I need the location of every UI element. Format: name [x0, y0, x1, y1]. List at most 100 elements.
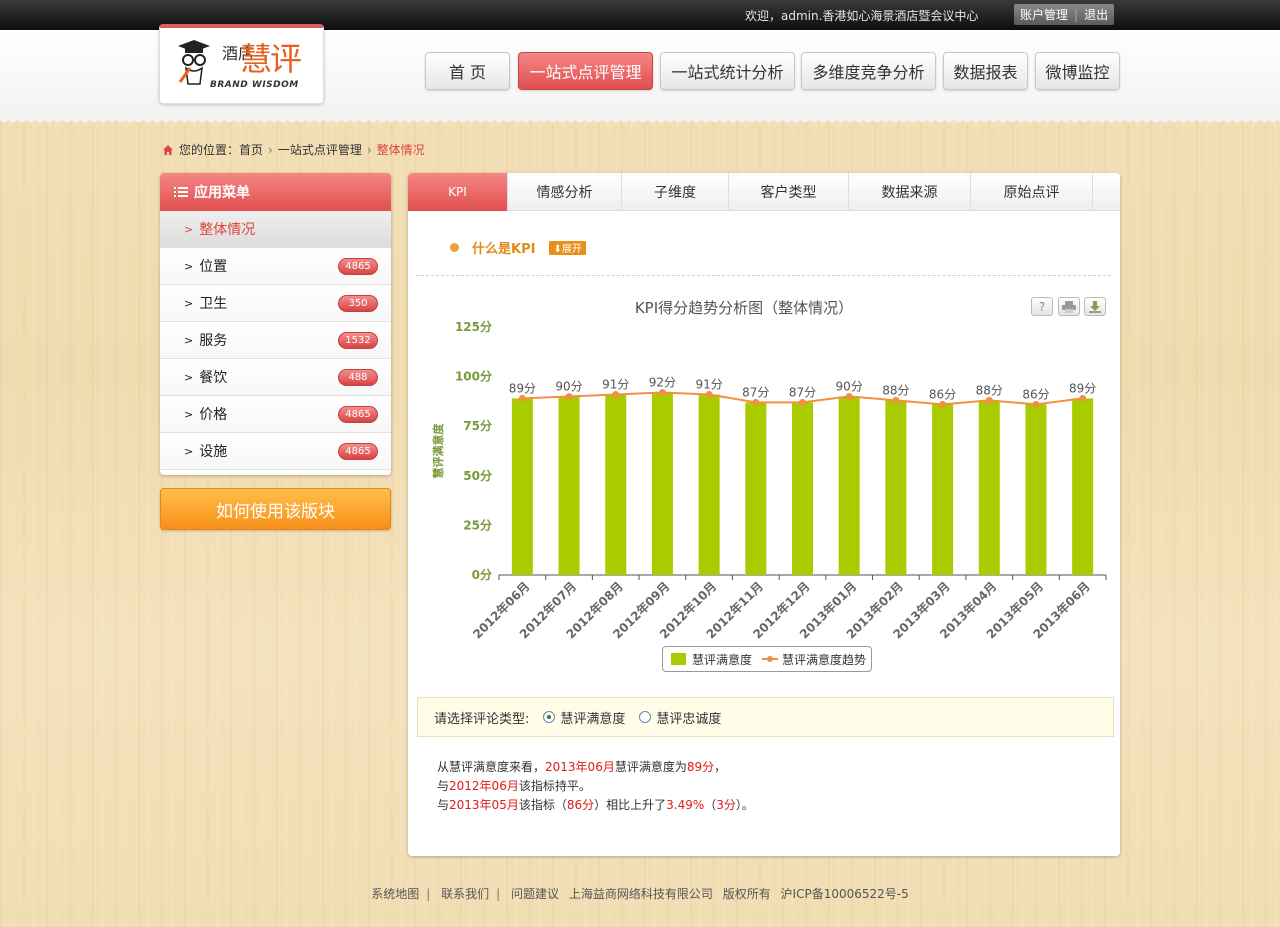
- bar: [605, 394, 627, 575]
- data-label: 90分: [836, 379, 863, 393]
- sidebar-item-dining[interactable]: > 餐饮 488: [160, 359, 391, 396]
- legend-item-line[interactable]: 慧评满意度趋势: [782, 651, 866, 668]
- divider: |: [1074, 7, 1079, 22]
- nav-review-management[interactable]: 一站式点评管理: [518, 52, 653, 90]
- data-label: 92分: [649, 375, 676, 389]
- divider: |: [426, 887, 431, 901]
- chart-title: KPI得分趋势分析图（整体情况）: [635, 299, 853, 317]
- bar: [978, 400, 1000, 575]
- tab-raw-reviews[interactable]: 原始点评: [971, 173, 1093, 211]
- main-panel: KPI 情感分析 子维度 客户类型 数据来源 原始点评 什么是KPI ⬇展开 ?…: [408, 173, 1120, 856]
- how-to-use-button[interactable]: 如何使用该版块: [160, 488, 391, 530]
- nav-statistics[interactable]: 一站式统计分析: [660, 52, 795, 90]
- trend-point: [1079, 394, 1087, 402]
- tab-sentiment[interactable]: 情感分析: [508, 173, 622, 211]
- sidebar-item-label: 价格: [199, 407, 228, 423]
- footer-link-feedback[interactable]: 问题建议: [511, 887, 559, 901]
- y-tick-label: 25分: [463, 517, 492, 532]
- summary-text-part: ）。: [735, 798, 754, 812]
- bullet-icon: [450, 243, 459, 252]
- chevron-right-icon: >: [184, 259, 194, 273]
- tab-customer-type[interactable]: 客户类型: [729, 173, 849, 211]
- sidebar-item-location[interactable]: > 位置 4865: [160, 248, 391, 285]
- kpi-info-row: 什么是KPI ⬇展开: [450, 238, 586, 257]
- nav-home[interactable]: 首 页: [425, 52, 510, 90]
- bar: [838, 396, 860, 575]
- nav-weibo[interactable]: 微博监控: [1035, 52, 1120, 90]
- count-badge: 350: [338, 295, 378, 312]
- y-axis-label: 慧评满意度: [431, 423, 445, 479]
- kpi-trend-chart: KPI得分趋势分析图（整体情况） 慧评满意度 0分 25分 50分 75分 100分 12…: [431, 299, 1107, 642]
- bar: [932, 404, 954, 575]
- chevron-right-icon: ›: [366, 142, 372, 157]
- data-label: 91分: [602, 377, 629, 391]
- tab-subdimension[interactable]: 子维度: [622, 173, 729, 211]
- logo[interactable]: 酒店 慧评 BRAND WISDOM: [159, 24, 324, 104]
- home-icon: [163, 144, 173, 155]
- nav-label: 数据报表: [953, 63, 1018, 82]
- summary-highlight: 86分: [566, 798, 595, 812]
- footer-link-contact[interactable]: 联系我们: [441, 887, 489, 901]
- sidebar-item-facilities[interactable]: > 设施 4865: [160, 433, 391, 470]
- review-type-prompt: 请选择评论类型:: [434, 711, 530, 727]
- trend-point: [518, 394, 526, 402]
- summary-text-part: 该指标持平。: [518, 779, 591, 793]
- trend-point: [939, 400, 947, 408]
- bar: [792, 402, 813, 575]
- data-label: 88分: [882, 383, 909, 397]
- sidebar-item-price[interactable]: > 价格 4865: [160, 396, 391, 433]
- summary-highlight: 2013年06月: [545, 760, 615, 774]
- tab-data-source[interactable]: 数据来源: [849, 173, 971, 211]
- logout-link[interactable]: 退出: [1084, 6, 1108, 23]
- kpi-info-label[interactable]: 什么是KPI: [472, 238, 535, 257]
- tab-kpi[interactable]: KPI: [408, 173, 508, 211]
- legend-item-bar[interactable]: 慧评满意度: [692, 651, 752, 668]
- account-link[interactable]: 账户管理: [1020, 6, 1068, 23]
- sidebar-title: 应用菜单: [194, 185, 250, 201]
- tab-label: 客户类型: [760, 185, 817, 201]
- sidebar-item-label: 整体情况: [199, 222, 256, 238]
- summary-highlight: 89分: [686, 760, 715, 774]
- sidebar-item-hygiene[interactable]: > 卫生 350: [160, 285, 391, 322]
- sidebar-item-label: 卫生: [199, 296, 228, 312]
- radio-satisfaction[interactable]: [543, 711, 556, 723]
- summary-line: 与2013年05月该指标（86分）相比上升了3.49%（3分）。: [437, 796, 754, 815]
- sidebar-item-overall[interactable]: > 整体情况: [160, 211, 391, 248]
- tab-bar: KPI 情感分析 子维度 客户类型 数据来源 原始点评: [408, 173, 1120, 211]
- nav-competition[interactable]: 多维度竞争分析: [801, 52, 936, 90]
- summary-text-part: 从慧评满意度来看，: [437, 760, 546, 774]
- account-box: 账户管理 | 退出: [1014, 4, 1115, 25]
- sidebar-header: 应用菜单: [160, 173, 391, 211]
- sidebar-item-service[interactable]: > 服务 1532: [160, 322, 391, 359]
- footer-link-sitemap[interactable]: 系统地图: [371, 887, 419, 901]
- trend-point: [612, 390, 620, 398]
- data-label: 88分: [976, 383, 1003, 397]
- trend-point: [799, 398, 806, 406]
- footer-icp[interactable]: 沪ICP备10006522号-5: [781, 887, 909, 901]
- tab-label: 子维度: [654, 185, 696, 201]
- data-label: 90分: [555, 379, 582, 393]
- sidebar-item-label: 位置: [199, 259, 228, 275]
- chart-legend: 慧评满意度 慧评满意度趋势: [662, 646, 872, 672]
- summary-text-part: 与: [437, 798, 450, 812]
- legend-swatch-line: [762, 653, 779, 665]
- nav-reports[interactable]: 数据报表: [943, 52, 1028, 90]
- legend-swatch-bar: [671, 653, 686, 665]
- radio-label[interactable]: 慧评忠诚度: [656, 708, 721, 727]
- radio-loyalty[interactable]: [639, 711, 652, 723]
- expand-button[interactable]: ⬇展开: [549, 240, 586, 255]
- breadcrumb-home[interactable]: 首页: [239, 141, 263, 158]
- chevron-right-icon: >: [184, 222, 194, 236]
- breadcrumb-section[interactable]: 一站式点评管理: [278, 141, 362, 158]
- radio-label[interactable]: 慧评满意度: [560, 708, 625, 727]
- chevron-right-icon: >: [184, 296, 194, 310]
- trend-point: [1032, 400, 1040, 408]
- trend-point: [705, 390, 713, 398]
- breadcrumb-prefix: 您的位置：: [179, 143, 240, 157]
- logo-title: 慧评: [240, 40, 302, 78]
- nav-label: 多维度竞争分析: [812, 63, 925, 82]
- data-label: 86分: [929, 387, 956, 401]
- data-label: 91分: [695, 377, 722, 391]
- bar: [1025, 404, 1047, 575]
- chevron-right-icon: ›: [268, 142, 273, 157]
